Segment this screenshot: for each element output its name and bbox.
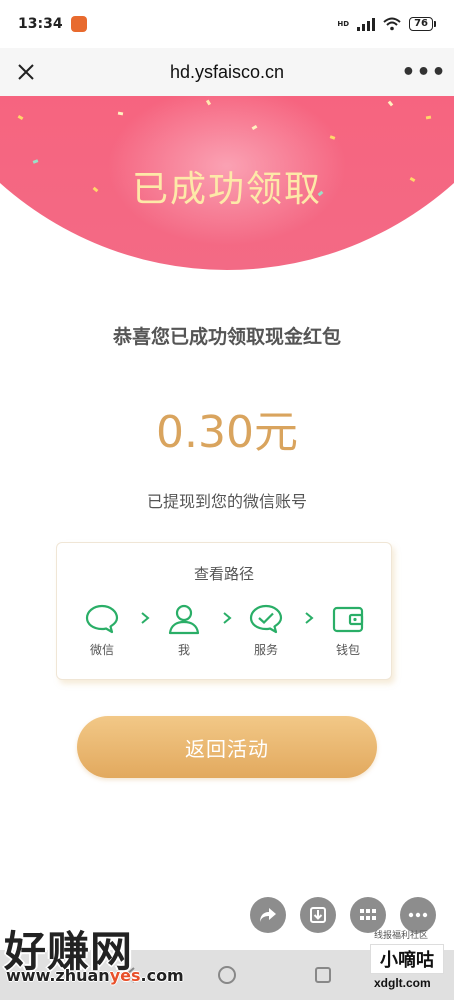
wifi-icon — [383, 17, 401, 31]
download-icon — [310, 907, 326, 923]
path-step-me: 我 — [159, 603, 209, 658]
return-to-activity-button[interactable]: 返回活动 — [77, 716, 377, 778]
path-step-label: 我 — [177, 643, 190, 657]
status-bar: 13:34 HD 76 — [0, 0, 454, 48]
user-icon — [168, 604, 200, 635]
grid-icon — [360, 909, 376, 920]
more-icon: ••• — [401, 59, 447, 85]
watermark-brand: 小嘀咕 — [370, 944, 444, 974]
path-step-wechat: 微信 — [77, 603, 127, 658]
congrats-text: 恭喜您已成功领取现金红包 — [112, 326, 341, 348]
path-step-label: 微信 — [89, 643, 114, 657]
withdrawn-text: 已提现到您的微信账号 — [146, 492, 307, 511]
path-step-label: 钱包 — [335, 643, 360, 657]
watermark-tagline: 线报福利社区 — [374, 931, 429, 941]
browser-nav-bar: hd.ysfaisco.cn ••• — [0, 48, 454, 96]
signal-icon — [357, 17, 376, 31]
chevron-right-icon — [305, 612, 314, 624]
watermark-url: www.zhuanyes.com — [6, 966, 184, 985]
status-indicators: HD 76 — [337, 17, 436, 31]
page-url: hd.ysfaisco.cn — [169, 61, 285, 82]
chevron-right-icon — [141, 612, 150, 624]
watermark-brand-url: xdglt.com — [374, 976, 431, 990]
confetti — [117, 111, 124, 116]
watermark-zhuanyes: 好赚网 www.zhuanyes.com — [4, 918, 194, 994]
app-notification-icon — [70, 16, 87, 32]
save-button[interactable] — [300, 897, 336, 933]
path-step-services: 服务 — [241, 603, 291, 658]
view-path-card: 查看路径 微信 我 服务 钱包 — [56, 542, 392, 680]
chevron-right-icon — [223, 612, 232, 624]
share-button[interactable] — [250, 897, 286, 933]
battery-level: 76 — [409, 17, 433, 31]
chat-bubble-icon — [85, 604, 119, 634]
amount-value: 0.30元 — [156, 407, 298, 458]
check-bubble-icon — [249, 604, 283, 634]
ellipsis-icon — [408, 912, 428, 918]
success-banner: 已成功领取 — [0, 96, 454, 272]
home-icon[interactable] — [216, 964, 238, 986]
wallet-icon — [332, 606, 364, 633]
close-icon — [18, 64, 34, 80]
more-options-button[interactable]: ••• — [401, 56, 445, 88]
path-card-title: 查看路径 — [193, 565, 254, 583]
status-time: 13:34 — [18, 16, 63, 32]
share-icon — [260, 908, 276, 922]
hd-indicator: HD — [337, 20, 350, 28]
path-step-label: 服务 — [253, 643, 278, 657]
close-button[interactable] — [10, 56, 42, 88]
battery-icon: 76 — [409, 17, 436, 31]
recents-icon[interactable] — [312, 964, 334, 986]
banner-title: 已成功领取 — [131, 169, 322, 210]
path-step-wallet: 钱包 — [323, 603, 373, 658]
